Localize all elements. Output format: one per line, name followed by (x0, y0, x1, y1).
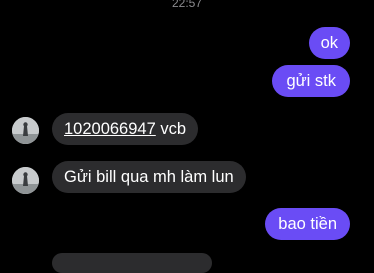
contact-avatar[interactable] (12, 117, 39, 144)
contact-avatar[interactable] (12, 167, 39, 194)
message-bubble-outgoing[interactable]: bao tiền (265, 208, 350, 240)
message-bubble-incoming[interactable]: 1020066947 vcb (52, 113, 199, 145)
message-bubble-incoming-partial[interactable] (52, 253, 212, 273)
message-text: vcb (155, 120, 187, 138)
message-timestamp: 22:57 (171, 0, 203, 10)
message-bubble-outgoing[interactable]: ok (308, 27, 350, 59)
avatar-photo-icon (12, 167, 39, 194)
phone-number-link[interactable]: 1020066947 (64, 120, 156, 138)
message-text: gửi stk (286, 72, 336, 90)
message-bubble-outgoing[interactable]: gửi stk (272, 65, 350, 97)
message-bubble-incoming[interactable]: Gửi bill qua mh làm lun (52, 161, 246, 193)
message-text: ok (320, 34, 338, 52)
message-text: bao tiền (278, 215, 337, 233)
message-text: Gửi bill qua mh làm lun (64, 168, 234, 186)
avatar-photo-icon (12, 117, 39, 144)
